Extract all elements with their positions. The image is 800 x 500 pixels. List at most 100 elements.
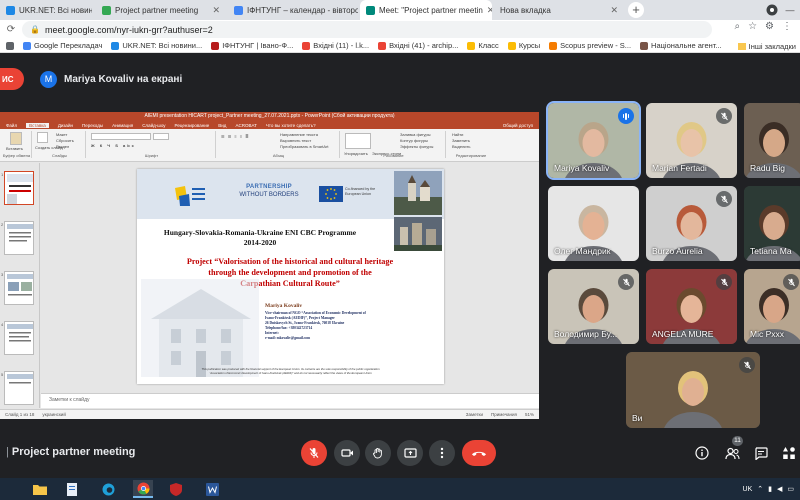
section-label[interactable]: Раздел — [56, 144, 69, 149]
shape-outline-label[interactable]: Контур фигуры — [400, 138, 428, 143]
chrome-taskbar-button[interactable] — [133, 480, 153, 498]
shape-effects-label[interactable]: Эффекты фигуры — [400, 144, 433, 149]
bookmark-national-agency[interactable]: Національне агент... — [640, 41, 722, 50]
current-slide[interactable]: PARTNERSHIP WITHOUT BORDERS Co-financed … — [137, 169, 444, 384]
ppt-tab-file[interactable]: Файл — [6, 123, 17, 128]
menu-dots-icon[interactable]: ⋮ — [782, 21, 792, 32]
ppt-tab-animation[interactable]: Анимация — [112, 123, 133, 128]
ppt-tell-me[interactable]: Что вы хотите сделать? — [266, 123, 316, 128]
browser-tab-project-meeting[interactable]: Project partner meeting ✕ — [96, 0, 226, 20]
word-taskbar-button[interactable] — [202, 480, 222, 498]
bookmark-apps[interactable] — [6, 41, 14, 50]
comments-toggle[interactable]: Примечания — [491, 412, 517, 417]
browser-tab-new[interactable]: Нова вкладка ✕ — [494, 0, 624, 20]
zoom-level[interactable]: 51% — [525, 412, 534, 417]
participant-tile[interactable]: Tetiana Ma — [744, 186, 800, 261]
ppt-tab-insert[interactable]: Вставка — [26, 122, 49, 128]
bookmark-courses[interactable]: Курсы — [507, 41, 540, 50]
presenting-indicator[interactable]: ИС — [0, 68, 24, 90]
paste-icon[interactable] — [10, 132, 22, 145]
bookmark-inbox-1[interactable]: Вхідні (11) - l.k... — [302, 41, 369, 50]
shapes-gallery[interactable] — [345, 133, 371, 149]
chat-button[interactable] — [752, 444, 770, 462]
participant-tile[interactable]: Marian Fertadi — [646, 103, 737, 178]
search-icon[interactable]: ⌕ — [734, 21, 740, 32]
browser-tab-ukrnet[interactable]: UKR.NET: Всі новини України, о — [0, 0, 92, 20]
slide-thumbnail[interactable]: 5 — [1, 371, 34, 405]
close-tab-icon[interactable]: ✕ — [212, 5, 220, 16]
slide-thumbnail[interactable]: 4 — [1, 321, 34, 355]
new-tab-plus-icon[interactable]: + — [628, 2, 644, 18]
participant-tile[interactable]: ANGELA MURE — [646, 269, 737, 344]
participant-tile[interactable]: Mic Pxxx — [744, 269, 800, 344]
reset-label[interactable]: Сбросить — [56, 138, 74, 143]
participants-button[interactable] — [723, 444, 741, 462]
ppt-tab-acrobat[interactable]: ACROBAT — [235, 123, 256, 128]
present-screen-button[interactable] — [397, 440, 423, 466]
camera-toggle-button[interactable] — [334, 440, 360, 466]
other-bookmarks[interactable]: Інші закладки — [731, 39, 796, 52]
ppt-tab-view[interactable]: Вид — [218, 123, 226, 128]
edge-taskbar-button[interactable] — [98, 480, 118, 498]
profile-menu-icon[interactable] — [764, 2, 780, 18]
bookmark-google-translate[interactable]: Google Перекладач — [23, 41, 102, 50]
ppt-share-button[interactable]: Общий доступ — [503, 123, 533, 128]
ppt-tab-transitions[interactable]: Переходы — [82, 123, 103, 128]
notes-toggle[interactable]: Заметки — [466, 412, 483, 417]
files-taskbar-button[interactable] — [62, 480, 82, 498]
bookmark-scopus[interactable]: Scopus preview - S... — [549, 41, 631, 50]
browser-tab-meet[interactable]: Meet: "Project partner meetin ✕ — [360, 0, 492, 20]
bookmark-inbox-2[interactable]: Вхідні (41) - archip... — [378, 41, 458, 50]
font-format-icons[interactable]: Ж К Ч S abc — [91, 143, 136, 148]
bookmark-star-icon[interactable]: ☆ — [748, 21, 757, 32]
close-tab-icon[interactable]: ✕ — [487, 5, 492, 16]
shape-fill-label[interactable]: Заливка фигуры — [400, 132, 431, 137]
explorer-taskbar-button[interactable] — [30, 480, 50, 498]
extensions-icon[interactable]: ⚙ — [765, 21, 774, 32]
slide-thumbnail[interactable]: 2 — [1, 221, 34, 255]
network-icon[interactable]: ▮ — [768, 485, 772, 493]
slide-thumbnail[interactable]: 3 — [1, 271, 34, 305]
smartart-label[interactable]: Преобразовать в SmartArt — [280, 144, 329, 149]
paragraph-icons[interactable]: ☰ ☰ ≡ ≡ ≣ — [221, 134, 250, 139]
ppt-tab-design[interactable]: Дизайн — [58, 123, 73, 128]
participant-tile[interactable]: Radu Big — [744, 103, 800, 178]
close-tab-icon[interactable]: ✕ — [610, 5, 618, 16]
font-size-field[interactable] — [153, 133, 169, 140]
leave-call-button[interactable] — [462, 440, 496, 466]
microphone-toggle-button[interactable] — [301, 440, 327, 466]
participant-tile[interactable]: Ви — [626, 352, 760, 428]
reload-icon[interactable]: ⟳ — [4, 24, 18, 35]
participant-tile[interactable]: Burzo Aurelia — [646, 186, 737, 261]
activities-button[interactable] — [780, 444, 798, 462]
more-options-button[interactable] — [429, 440, 455, 466]
tray-arrow-icon[interactable]: ⌃ — [757, 485, 763, 493]
slide-thumbnail[interactable]: 1 — [1, 171, 34, 205]
notifications-icon[interactable]: ▭ — [787, 485, 794, 493]
participant-tile[interactable]: Mariya Kovaliv — [546, 101, 641, 180]
mcafee-taskbar-button[interactable] — [166, 480, 186, 498]
url-omnibox[interactable]: 🔒 meet.google.com/nyr-iukn-grr?authuser=… — [22, 21, 712, 38]
browser-tab-calendar[interactable]: ІФНТУНГ – календар - вівторо ✕ — [228, 0, 358, 20]
align-text-label[interactable]: Выровнять текст — [280, 138, 311, 143]
raise-hand-button[interactable] — [365, 440, 391, 466]
replace-label[interactable]: Заменить — [452, 138, 470, 143]
new-slide-icon[interactable] — [37, 132, 48, 143]
slide-notes-field[interactable]: Заметки к слайду — [41, 393, 539, 408]
minimize-window-icon[interactable]: — — [782, 2, 798, 18]
select-label[interactable]: Выделить — [452, 144, 470, 149]
language-indicator[interactable]: UK — [743, 486, 753, 493]
participant-tile[interactable]: Володимир Бу... — [548, 269, 639, 344]
bookmark-class[interactable]: Класс — [467, 41, 499, 50]
bookmark-ukrnet[interactable]: UKR.NET: Всі новини... — [111, 41, 202, 50]
bookmark-ifntung[interactable]: ІФНТУНГ | Івано-Ф... — [211, 41, 293, 50]
slide-editing-canvas[interactable]: PARTNERSHIP WITHOUT BORDERS Co-financed … — [41, 163, 539, 393]
ppt-tab-slideshow[interactable]: Слайд-шоу — [142, 123, 165, 128]
text-direction-label[interactable]: Направление текста — [280, 132, 318, 137]
find-label[interactable]: Найти — [452, 132, 463, 137]
meeting-details-button[interactable] — [693, 444, 711, 462]
volume-icon[interactable]: ◀ — [777, 485, 782, 493]
ppt-tab-review[interactable]: Рецензирование — [175, 123, 210, 128]
participant-tile[interactable]: Олег Мандрик — [548, 186, 639, 261]
layout-label[interactable]: Макет — [56, 132, 67, 137]
